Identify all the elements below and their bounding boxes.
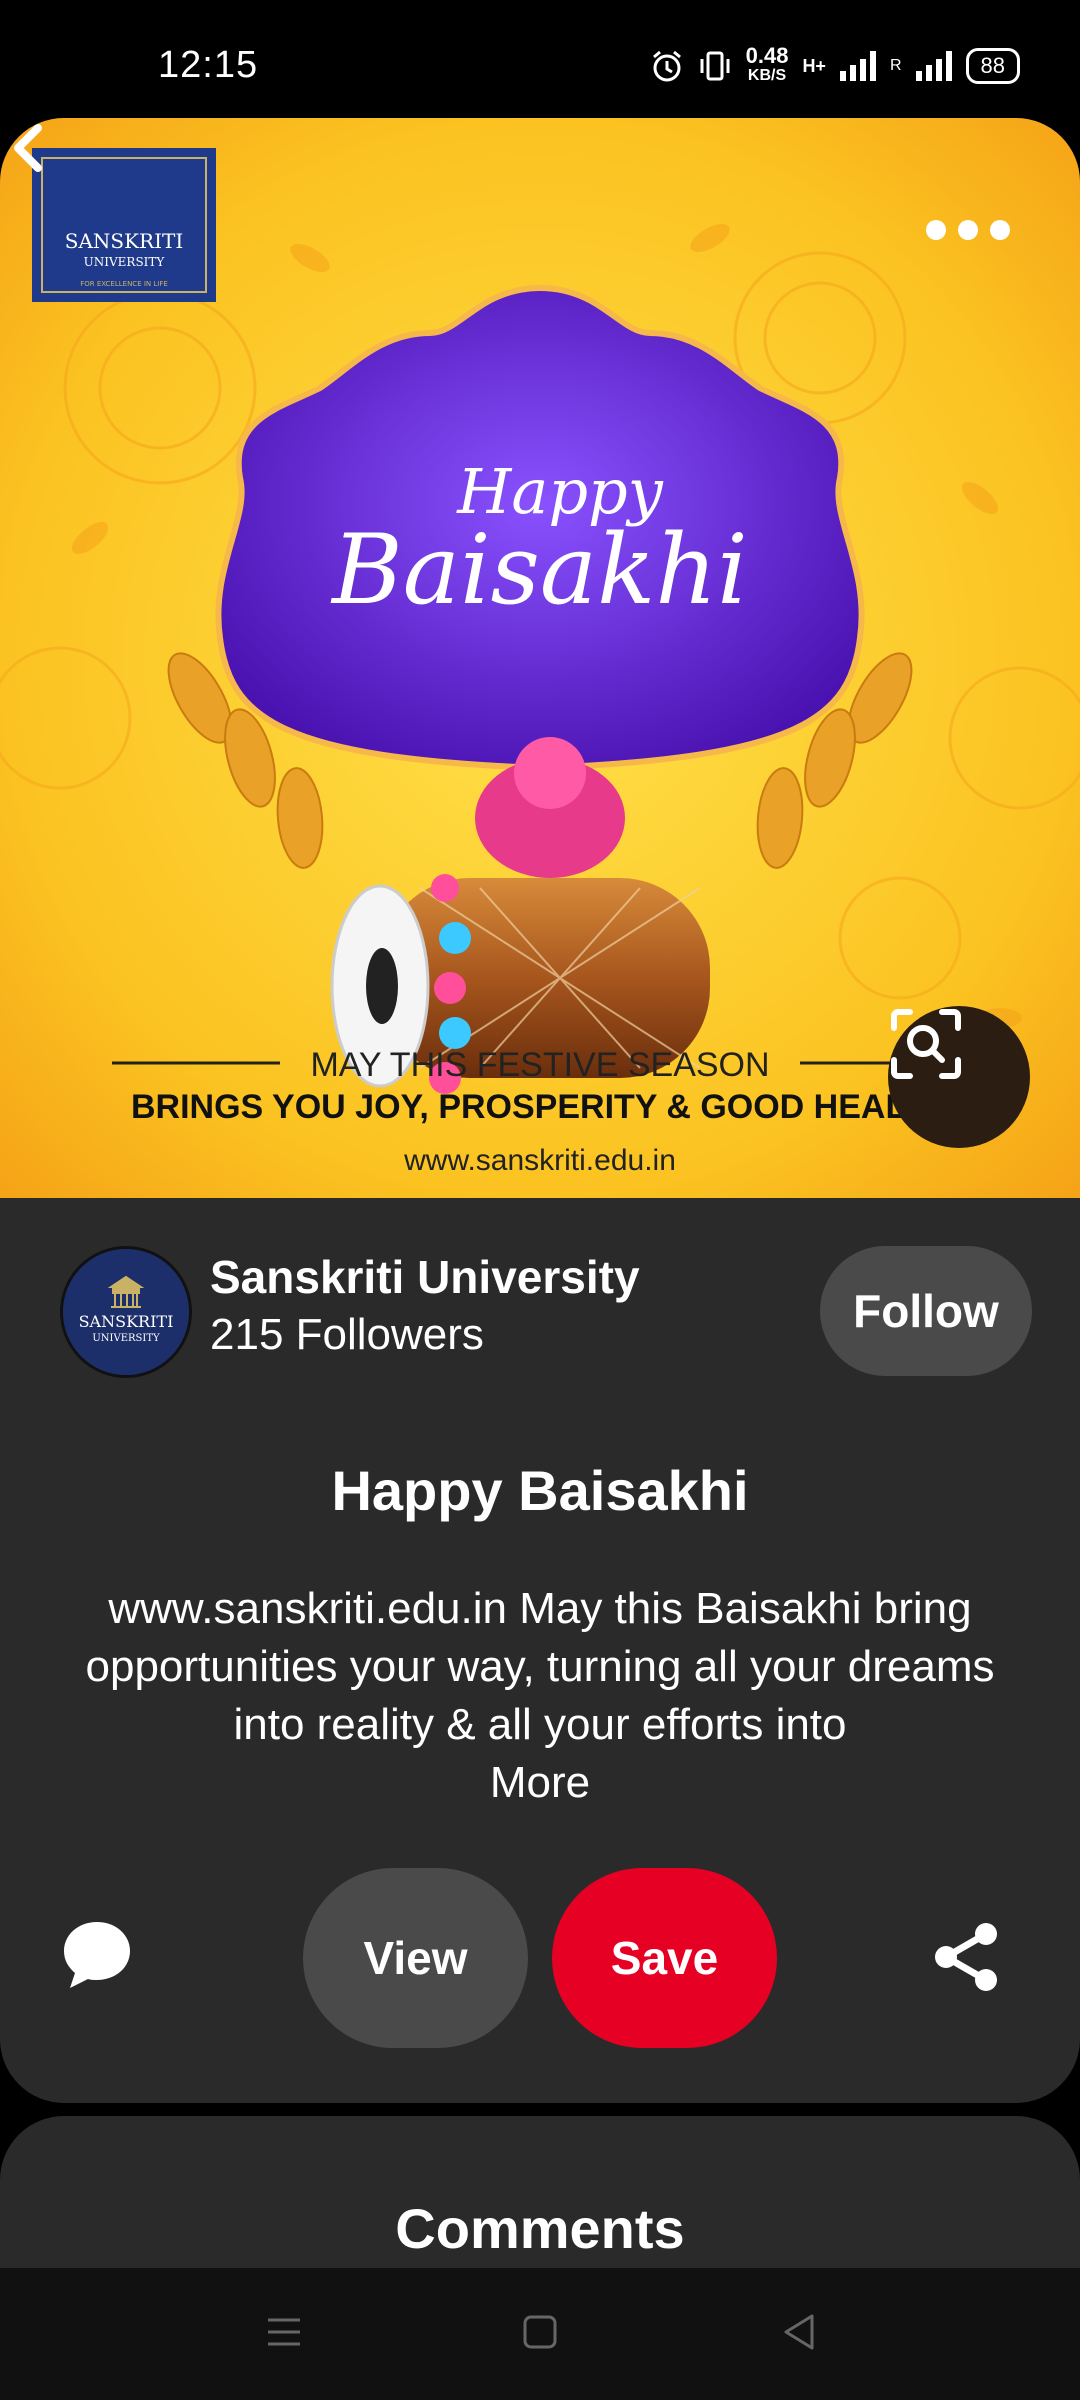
svg-text:UNIVERSITY: UNIVERSITY xyxy=(92,1333,160,1344)
network-speed: 0.48 KB/S xyxy=(745,43,789,85)
avatar[interactable]: SANSKRITI UNIVERSITY xyxy=(60,1246,192,1378)
home-icon[interactable] xyxy=(520,2312,560,2352)
more-options-icon[interactable] xyxy=(926,220,1010,240)
status-time: 12:15 xyxy=(158,44,259,86)
hero-tagline-2: BRINGS YOU JOY, PROSPERITY & GOOD HEALTH xyxy=(131,1088,949,1126)
logo-subtext: UNIVERSITY xyxy=(84,255,166,269)
pin-card: Happy Baisakhi MAY THIS FESTIVE SEASON B… xyxy=(0,118,1080,2103)
comment-icon[interactable] xyxy=(60,1918,134,1992)
follower-count: 215 Followers xyxy=(210,1310,484,1359)
save-button[interactable]: Save xyxy=(552,1868,777,2048)
follow-button[interactable]: Follow xyxy=(820,1246,1032,1376)
profile-name[interactable]: Sanskriti University xyxy=(210,1250,640,1304)
pin-title: Happy Baisakhi xyxy=(331,1459,749,1522)
roaming-indicator: R xyxy=(889,57,902,74)
hero-headline-2: Baisakhi xyxy=(330,514,748,626)
share-icon[interactable] xyxy=(930,1920,1004,1994)
system-nav-bar xyxy=(0,2268,1080,2400)
pin-description: www.sanskriti.edu.in May this Baisakhi b… xyxy=(85,1584,995,1749)
vibrate-icon xyxy=(700,51,730,81)
hero-website: www.sanskriti.edu.in xyxy=(403,1144,676,1177)
more-link[interactable]: More xyxy=(0,1758,1080,1808)
visual-search-button[interactable] xyxy=(888,1006,1030,1148)
logo-motto: FOR EXCELLENCE IN LIFE xyxy=(80,280,168,288)
view-button[interactable]: View xyxy=(303,1868,528,2048)
recents-menu-icon[interactable] xyxy=(264,2312,304,2352)
alarm-icon xyxy=(652,50,681,82)
pin-image[interactable]: Happy Baisakhi MAY THIS FESTIVE SEASON B… xyxy=(0,118,1080,1198)
lens-search-icon xyxy=(891,1009,961,1079)
signal-icon xyxy=(839,51,876,81)
logo-text: SANSKRITI xyxy=(65,229,184,253)
status-bar: 12:15 0.48 KB/S H+ R 88 xyxy=(0,0,1080,118)
comments-title: Comments xyxy=(395,2197,685,2260)
svg-text:SANSKRITI: SANSKRITI xyxy=(79,1312,174,1331)
status-icons: 0.48 KB/S H+ R 88 xyxy=(650,43,1020,86)
signal-icon xyxy=(915,51,952,81)
university-logo-icon: SANSKRITI UNIVERSITY xyxy=(63,1249,189,1375)
network-type: H+ xyxy=(802,55,826,76)
hero-tagline-1: MAY THIS FESTIVE SEASON xyxy=(310,1046,769,1084)
battery-icon: 88 xyxy=(965,48,1020,84)
nav-back-icon[interactable] xyxy=(778,2310,822,2354)
back-arrow-icon[interactable] xyxy=(0,118,60,178)
